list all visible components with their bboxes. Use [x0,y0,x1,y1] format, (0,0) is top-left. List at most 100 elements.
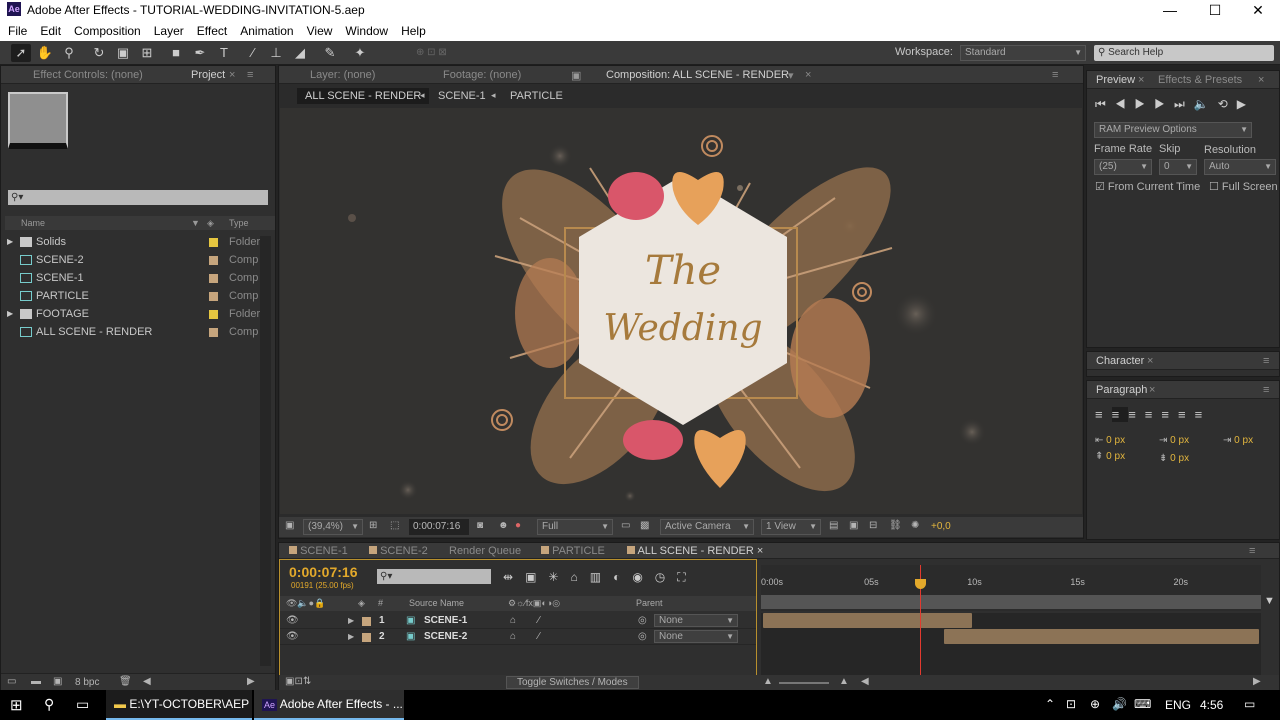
fast-preview-icon[interactable]: ▭ [621,520,630,531]
tab-paragraph[interactable]: Paragraph [1096,384,1147,396]
indent-left-field[interactable]: ⇤ 0 px [1095,435,1125,446]
exposure-icon[interactable]: ✺ [911,520,919,531]
time-ruler[interactable]: 0:00s 05s 10s 15s 20s [761,565,1261,611]
current-time-display[interactable]: 0:00:07:16 [289,564,358,580]
eye-icon[interactable]: 👁 [286,629,299,645]
loop-icon[interactable]: ⟲ [1218,97,1237,111]
language-indicator[interactable]: ENG [1165,698,1191,712]
toggle-mask-icon[interactable]: ▣ [849,520,858,531]
ram-preview-icon[interactable]: ▶ [1237,97,1255,111]
search-help-field[interactable]: ⚲ Search Help [1094,45,1274,61]
skip-dropdown[interactable]: 0 ▼ [1159,159,1197,175]
menu-view[interactable]: View [307,24,333,38]
panel-menu-icon[interactable]: ≡ [1052,69,1058,81]
frame-blend-icon[interactable]: ▥ [590,570,613,584]
project-item[interactable]: ▶ FOOTAGE Folder [5,305,275,323]
tab-render-queue[interactable]: Render Queue [449,545,521,557]
tab-project[interactable]: Project [191,69,225,81]
eraser-tool-icon[interactable]: ◢ [290,44,310,62]
notification-icon[interactable]: ▭ [1244,697,1255,711]
comp-button-icon[interactable]: ▼ [1264,595,1275,607]
label-color-swatch[interactable] [209,292,218,301]
panel-menu-icon[interactable]: ≡ [1263,384,1269,396]
tab-character[interactable]: Character [1096,355,1144,367]
timer-icon[interactable]: ◷ [655,570,677,584]
clock[interactable]: 4:56 [1200,698,1223,712]
pickwhip-icon[interactable]: ◎ [638,629,647,645]
menu-file[interactable]: File [8,24,27,38]
show-snapshot-icon[interactable]: ☻ [498,520,509,531]
close-icon[interactable]: × [805,69,811,81]
menu-animation[interactable]: Animation [240,24,293,38]
close-icon[interactable]: × [229,69,235,81]
toggle-pixel-icon[interactable]: ▤ [829,520,838,531]
globe-icon[interactable]: ⊕ [1090,697,1100,711]
column-source-name[interactable]: Source Name [409,596,464,611]
trash-icon[interactable]: 🗑 [119,676,132,687]
network-icon[interactable]: ⊡ [1066,697,1076,711]
sort-chevron-icon[interactable]: ▼ [191,216,200,230]
full-screen-checkbox[interactable]: ☐ Full Screen [1209,180,1278,193]
panel-menu-icon[interactable]: ≡ [1249,545,1255,557]
expand-arrow-icon[interactable]: ▶ [7,233,13,251]
close-icon[interactable]: × [1149,384,1155,396]
zoom-tool-icon[interactable]: ⚲ [59,44,79,62]
channel-icon[interactable]: ● [515,520,521,531]
justify-right-icon[interactable]: ≡ [1178,407,1195,422]
project-item[interactable]: ALL SCENE - RENDER Comp [5,323,275,341]
menu-layer[interactable]: Layer [154,24,184,38]
taskbar-after-effects[interactable]: Ae Adobe After Effects - ... [254,690,404,720]
camera-tool-icon[interactable]: ▣ [113,44,133,62]
layer-switches-toggle-icon[interactable]: ▣⊡⇅ [285,676,311,687]
work-area-bar[interactable] [761,595,1261,609]
column-type[interactable]: Type [229,216,249,230]
playhead[interactable] [915,565,927,675]
live-update-icon[interactable]: ▣ [525,570,548,584]
views-dropdown[interactable]: 1 View ▼ [761,519,821,535]
taskbar-explorer[interactable]: ▬ E:\YT-OCTOBER\AEP [106,690,252,720]
menu-effect[interactable]: Effect [197,24,227,38]
timeline-search-input[interactable]: ⚲▾ [377,569,491,584]
close-icon[interactable]: × [1138,74,1144,86]
menu-composition[interactable]: Composition [74,24,141,38]
expand-arrow-icon[interactable]: ▶ [7,305,13,323]
clone-stamp-tool-icon[interactable]: ⊥ [266,44,286,62]
tab-footage[interactable]: Footage: (none) [443,69,521,81]
justify-center-icon[interactable]: ≡ [1161,407,1178,422]
volume-icon[interactable]: 🔊 [1112,697,1127,711]
breadcrumb-all-scene[interactable]: ALL SCENE - RENDER [297,88,430,104]
tab-particle[interactable]: PARTICLE [541,545,605,557]
column-name[interactable]: Name [21,216,45,230]
bpc-label[interactable]: 8 bpc [75,677,99,688]
search-icon[interactable]: ⚲ [44,696,54,713]
label-color-swatch[interactable] [209,256,218,265]
task-view-icon[interactable]: ▭ [76,696,89,713]
close-button[interactable]: ✕ [1236,0,1280,20]
exposure-value[interactable]: +0,0 [931,521,951,532]
new-folder-icon[interactable]: ▬ [31,676,41,687]
zoom-in-icon[interactable]: ▲ [839,676,849,687]
minimize-button[interactable]: — [1148,0,1192,20]
column-parent[interactable]: Parent [636,596,663,611]
motion-blur-icon[interactable]: ◐ [613,570,632,584]
tab-effect-controls[interactable]: Effect Controls: (none) [33,69,143,81]
tab-scene-2[interactable]: SCENE-2 [369,545,428,557]
label-color-swatch[interactable] [209,274,218,283]
tab-all-scene-render[interactable]: ALL SCENE - RENDER × [627,545,763,557]
chevron-down-icon[interactable]: ▾ [788,69,794,82]
align-center-icon[interactable]: ≡ [1111,407,1129,422]
align-left-icon[interactable]: ≡ [1095,407,1112,422]
indent-first-line-field[interactable]: ⇥ 0 px [1223,435,1253,446]
justify-left-icon[interactable]: ≡ [1145,407,1162,422]
expand-arrow-icon[interactable]: ▶ [348,629,354,645]
parent-dropdown[interactable]: None ▼ [654,630,738,643]
puppet-tool-icon[interactable]: ✦ [350,44,370,62]
camera-dropdown[interactable]: Active Camera ▼ [660,519,754,535]
space-after-field[interactable]: ⇟ 0 px [1159,453,1189,464]
rectangle-tool-icon[interactable]: ■ [166,44,186,62]
close-icon[interactable]: × [1147,355,1153,367]
interpret-footage-icon[interactable]: ▭ [7,676,16,687]
hand-tool-icon[interactable]: ✋ [35,44,55,62]
resolution-dropdown-preview[interactable]: Auto ▼ [1204,159,1276,175]
graph-editor-icon[interactable]: ◉ [632,570,654,584]
